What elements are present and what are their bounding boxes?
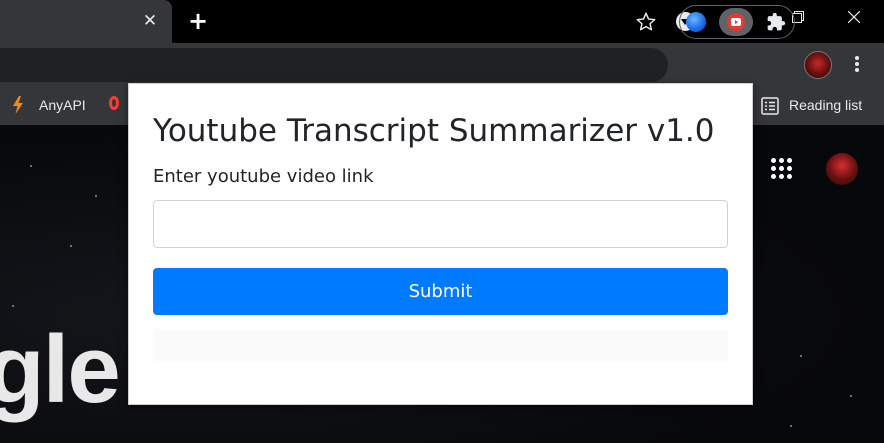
reading-list-icon[interactable] [761,97,779,115]
globe-extension-icon[interactable] [686,12,706,32]
plus-icon[interactable]: + [185,9,211,35]
apps-grid-icon[interactable] [771,158,793,180]
video-link-input[interactable] [153,200,728,248]
star-dot [790,425,792,427]
avatar[interactable] [804,51,832,79]
star-dot [95,195,97,197]
summary-output [153,329,728,361]
star-dot [850,395,852,397]
popup-title: Youtube Transcript Summarizer v1.0 [153,113,715,149]
submit-button[interactable]: Submit [153,268,728,315]
puzzle-icon[interactable] [766,12,786,32]
star-dot [12,305,14,307]
avatar[interactable] [826,153,858,185]
close-icon [848,11,860,23]
youtube-summarizer-icon [727,13,745,31]
star-icon[interactable] [635,11,657,33]
extension-popup: Youtube Transcript Summarizer v1.0 Enter… [128,83,753,405]
reading-list-button[interactable]: Reading list [789,96,862,114]
star-dot [70,245,72,247]
browser-tab[interactable]: ✕ [0,0,172,43]
bookmark-anyapi[interactable]: AnyAPI [39,96,86,114]
address-bar[interactable] [0,48,668,82]
close-icon[interactable]: ✕ [139,10,161,32]
star-dot [800,355,802,357]
opera-icon[interactable] [109,96,119,110]
lightning-icon[interactable] [10,95,26,115]
video-link-label: Enter youtube video link [153,166,374,187]
kebab-menu-icon[interactable] [847,53,867,75]
window-close-button[interactable] [826,0,882,36]
browser-toolbar [0,43,884,87]
google-logo: gle [0,316,121,423]
star-dot [30,165,32,167]
youtube-summarizer-extension-button[interactable] [719,8,753,36]
